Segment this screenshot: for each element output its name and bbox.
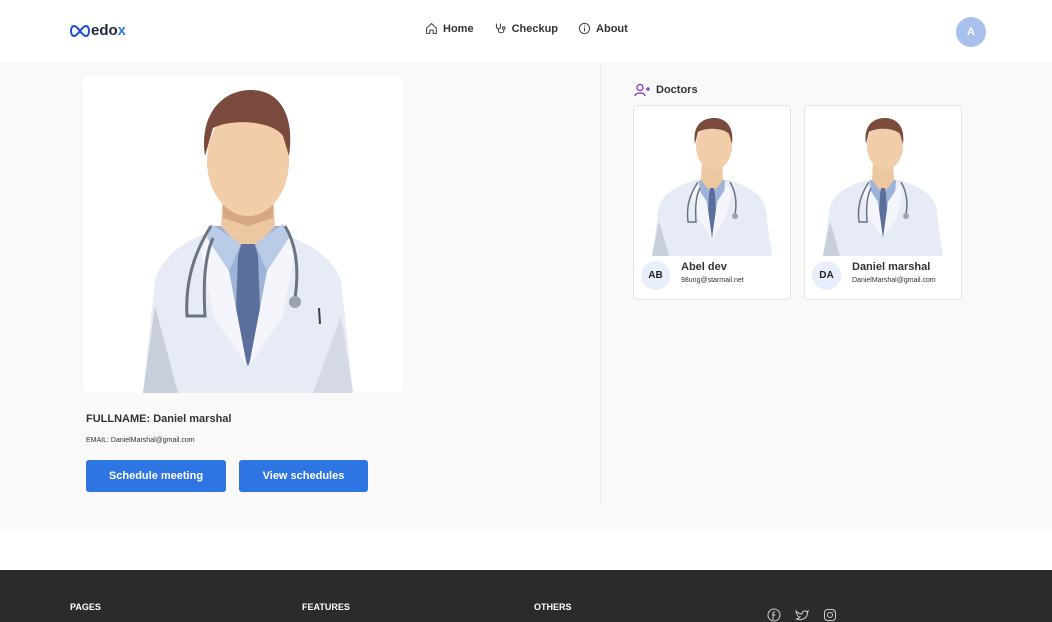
doctor-initials-avatar: AB <box>641 261 670 290</box>
profile-fullname: FULLNAME: Daniel marshal <box>86 413 232 425</box>
doctor-card-photo <box>652 118 772 256</box>
doctor-profile-photo <box>83 76 403 393</box>
nav-about[interactable]: About <box>578 22 628 35</box>
footer-heading-features: FEATURES <box>302 602 350 612</box>
nav-checkup[interactable]: Checkup <box>494 22 558 35</box>
doctor-email: DanielMarshal@gmail.com <box>852 277 936 284</box>
doctors-heading: Doctors <box>634 83 698 97</box>
brand-name: edo <box>91 22 118 39</box>
footer-heading-others: OTHERS <box>534 602 572 612</box>
doctor-card-photo <box>823 118 943 256</box>
doctor-name: Abel dev <box>681 261 727 273</box>
social-links <box>767 608 837 622</box>
section-divider <box>600 64 601 504</box>
doctor-name: Daniel marshal <box>852 261 931 273</box>
main-nav: Home Checkup About <box>425 22 628 35</box>
main-content: FULLNAME: Daniel marshal EMAIL: DanielMa… <box>0 62 1052 531</box>
infinity-logo-icon <box>70 24 90 37</box>
nav-about-label: About <box>596 22 628 35</box>
home-icon <box>426 22 437 34</box>
doctor-email: 98ung@starmail.net <box>681 277 744 284</box>
top-navbar: edo x Home Checkup About A <box>0 0 1052 62</box>
brand-logo[interactable]: edo x <box>69 22 126 39</box>
doctor-card[interactable]: AB Abel dev 98ung@starmail.net <box>633 105 791 300</box>
brand-suffix: x <box>117 22 127 39</box>
doctor-initials-avatar: DA <box>812 261 841 290</box>
site-footer: PAGES FEATURES OTHERS <box>0 570 1052 622</box>
view-schedules-button[interactable]: View schedules <box>239 460 368 492</box>
info-icon <box>578 22 591 35</box>
instagram-icon[interactable] <box>823 608 837 622</box>
twitter-icon[interactable] <box>795 608 809 622</box>
footer-heading-pages: PAGES <box>70 602 101 612</box>
profile-email: EMAIL: DanielMarshal@gmail.com <box>86 437 195 444</box>
add-user-icon <box>634 83 650 97</box>
facebook-icon[interactable] <box>767 608 781 622</box>
user-avatar[interactable]: A <box>956 17 986 47</box>
nav-checkup-label: Checkup <box>511 22 559 35</box>
doctors-title: Doctors <box>656 84 698 96</box>
stethoscope-icon <box>495 23 506 34</box>
schedule-meeting-button[interactable]: Schedule meeting <box>86 460 226 492</box>
nav-home[interactable]: Home <box>425 22 474 35</box>
nav-home-label: Home <box>443 22 474 35</box>
doctor-card[interactable]: DA Daniel marshal DanielMarshal@gmail.co… <box>804 105 962 300</box>
